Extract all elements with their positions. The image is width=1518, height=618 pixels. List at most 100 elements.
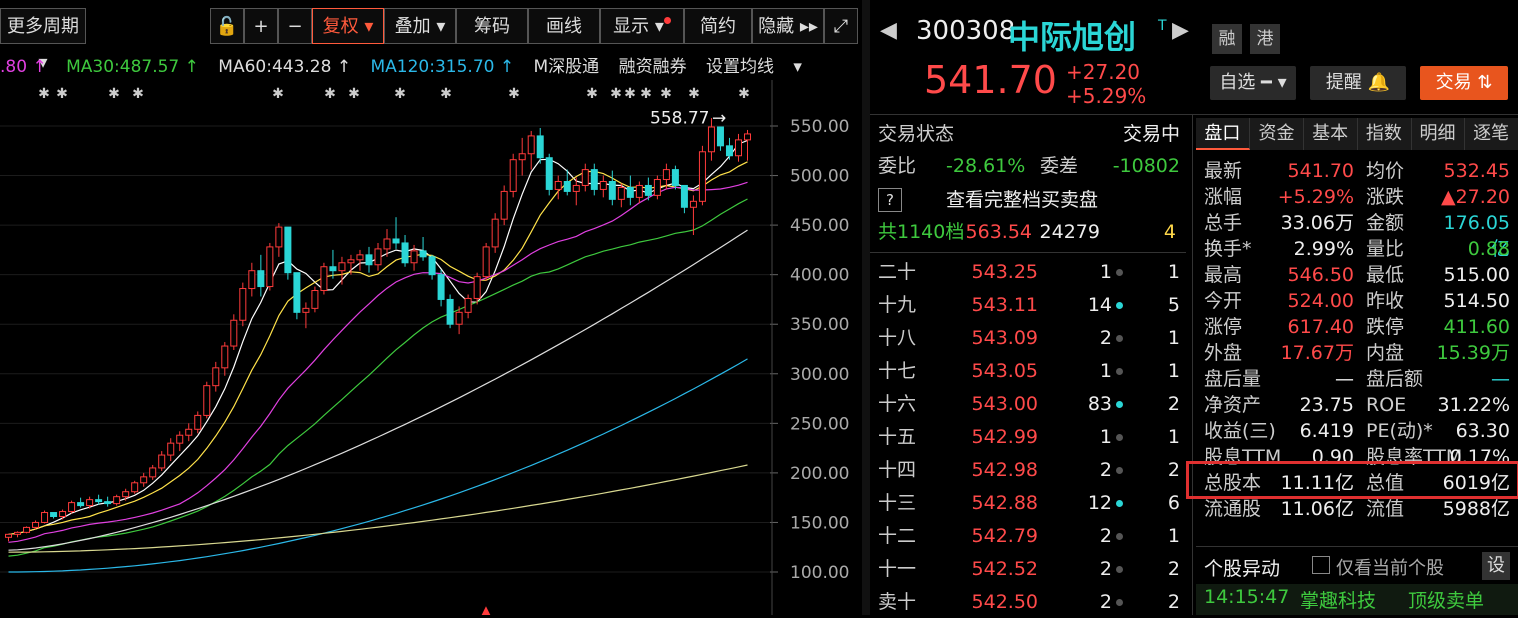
candle-body	[392, 238, 400, 244]
y-tick-label: 400.00	[790, 266, 849, 286]
quote-tab[interactable]: 明细	[1411, 118, 1466, 150]
full-book-link[interactable]: 查看完整档买卖盘	[946, 184, 1098, 216]
event-marker-icon: ✱	[348, 86, 360, 102]
candle-body	[185, 428, 193, 436]
ask-level-row[interactable]: 十二 542.79 2 1	[870, 520, 1186, 552]
fuquan-dropdown[interactable]: 复权 ▾	[312, 8, 384, 44]
panel-divider[interactable]	[862, 0, 870, 615]
next-stock-icon[interactable]: ▶	[1172, 18, 1189, 43]
ask-level-label: 十五	[878, 426, 917, 448]
ask-level-price: 542.99	[971, 426, 1038, 448]
ask-level-row[interactable]: 十一 542.52 2 2	[870, 553, 1186, 585]
alert-checkbox-label[interactable]: 仅看当前个股	[1336, 554, 1444, 580]
ask-level-dot	[1116, 368, 1123, 375]
ask-level-row[interactable]: 十八 543.09 2 1	[870, 322, 1186, 354]
candle-body	[599, 181, 607, 190]
high-arrow-icon: →	[712, 108, 726, 128]
ma30-line	[8, 181, 748, 543]
rongzi-label[interactable]: 融资融券	[619, 57, 687, 77]
quote-tab[interactable]: 指数	[1357, 118, 1412, 150]
ask-level-dot	[1116, 533, 1123, 540]
yincang-button[interactable]: 隐藏 ▸▸	[752, 8, 824, 44]
huaxian-button[interactable]: 画线	[528, 8, 600, 44]
ask-level-price: 543.11	[971, 294, 1038, 316]
candle-body	[365, 254, 373, 266]
candle-body	[437, 274, 445, 300]
jiaoyi-button[interactable]: 交易 ⇅	[1420, 66, 1508, 100]
quote-tab[interactable]: 逐笔	[1464, 118, 1518, 150]
candle-body	[482, 246, 490, 278]
ma250-line	[8, 464, 748, 553]
quote-tab[interactable]: 资金	[1250, 118, 1305, 150]
help-icon[interactable]: ?	[878, 188, 902, 212]
ask-level-label: 十三	[878, 492, 917, 514]
shengutong-label[interactable]: M深股通	[534, 57, 600, 77]
ask-level-volume: 12	[1087, 492, 1112, 514]
ask-level-label: 十八	[878, 327, 917, 349]
ma10-line	[8, 161, 748, 535]
ask-level-row[interactable]: 十三 542.88 12 6	[870, 487, 1186, 519]
ma-setting-button[interactable]: 设置均线 ▾	[706, 57, 802, 77]
period-dropdown[interactable]: 更多周期 ▾	[0, 8, 86, 73]
event-marker-icon: ✱	[132, 86, 144, 102]
expand-icon[interactable]: ⤢	[824, 8, 858, 44]
ask-level-volume: 1	[1099, 360, 1112, 382]
ask-level-price: 543.09	[971, 327, 1038, 349]
ask-level-volume: 2	[1099, 591, 1112, 613]
prev-stock-icon[interactable]: ◀	[880, 18, 897, 43]
candle-body	[626, 186, 634, 198]
zixuan-dropdown[interactable]: 自选 ━ ▾	[1210, 66, 1296, 100]
ma60-label: MA60:443.28 ↑	[218, 57, 352, 77]
event-marker-icon: ✱	[272, 86, 284, 102]
jianyue-button[interactable]: 简约	[684, 8, 752, 44]
quote-value-2: 0.88	[1467, 238, 1510, 260]
ask-level-price: 542.79	[971, 525, 1038, 547]
event-marker-icon: ✱	[324, 86, 336, 102]
candle-body	[725, 145, 733, 157]
full-book-row[interactable]: ? 查看完整档买卖盘	[870, 184, 1186, 216]
alert-source: 掌趣科技	[1300, 590, 1377, 612]
ask-level-row[interactable]: 十六 543.00 83 2	[870, 388, 1186, 420]
rong-tag[interactable]: 融	[1212, 24, 1242, 54]
ask-level-row[interactable]: 十九 543.11 14 5	[870, 289, 1186, 321]
quote-value: 11.06亿	[1280, 498, 1354, 520]
lock-icon[interactable]: 🔓	[210, 8, 244, 44]
alert-row[interactable]: 14:15:47 掌趣科技 顶级卖单	[1196, 584, 1518, 615]
ask-level-row[interactable]: 十七 543.05 1 1	[870, 355, 1186, 387]
kline-chart[interactable]: 550.00 500.00 450.00 400.00 350.00 300.00 250.…	[0, 80, 860, 615]
event-marker-icon: ✱	[56, 86, 68, 102]
candle-body	[32, 521, 40, 528]
event-marker-icon: ✱	[38, 86, 50, 102]
quote-label-2: 内盘	[1366, 342, 1405, 364]
alert-checkbox[interactable]	[1312, 556, 1330, 574]
candle-body	[473, 276, 481, 299]
total-cnt: 4	[1163, 221, 1176, 243]
ask-level-row[interactable]: 十五 542.99 1 1	[870, 421, 1186, 453]
ask-level-volume: 2	[1099, 327, 1112, 349]
status-label: 交易状态	[878, 123, 955, 145]
tixing-button[interactable]: 提醒 🔔	[1310, 66, 1406, 100]
ask-level-row[interactable]: 十四 542.98 2 2	[870, 454, 1186, 486]
zoom-out-button[interactable]: −	[278, 8, 312, 44]
chouma-button[interactable]: 筹码	[456, 8, 528, 44]
yincang-label: 隐藏	[758, 16, 795, 37]
candle-body	[23, 526, 31, 533]
quote-tab[interactable]: 基本	[1303, 118, 1358, 150]
candle-body	[212, 367, 220, 387]
candle-body	[338, 262, 346, 272]
gang-tag[interactable]: 港	[1250, 24, 1280, 54]
diejia-dropdown[interactable]: 叠加 ▾	[384, 8, 456, 44]
quote-tab[interactable]: 盘口	[1196, 118, 1250, 150]
quote-value: +5.29%	[1277, 186, 1354, 208]
quote-row: 最高 546.50 最低 515.00	[1196, 262, 1518, 288]
xianshi-dropdown[interactable]: 显示 ▾	[600, 8, 684, 44]
quote-value: 33.06万	[1280, 212, 1354, 234]
alert-setting-button[interactable]: 设	[1482, 552, 1510, 580]
quote-label-2: 均价	[1366, 160, 1405, 182]
ask-level-row[interactable]: 二十 543.25 1 1	[870, 256, 1186, 288]
candle-body	[698, 151, 706, 202]
quote-label: 最高	[1204, 264, 1243, 286]
zoom-in-button[interactable]: +	[244, 8, 278, 44]
ask-level-row[interactable]: 卖十 542.50 2 2	[870, 586, 1186, 618]
candle-body	[518, 153, 526, 161]
